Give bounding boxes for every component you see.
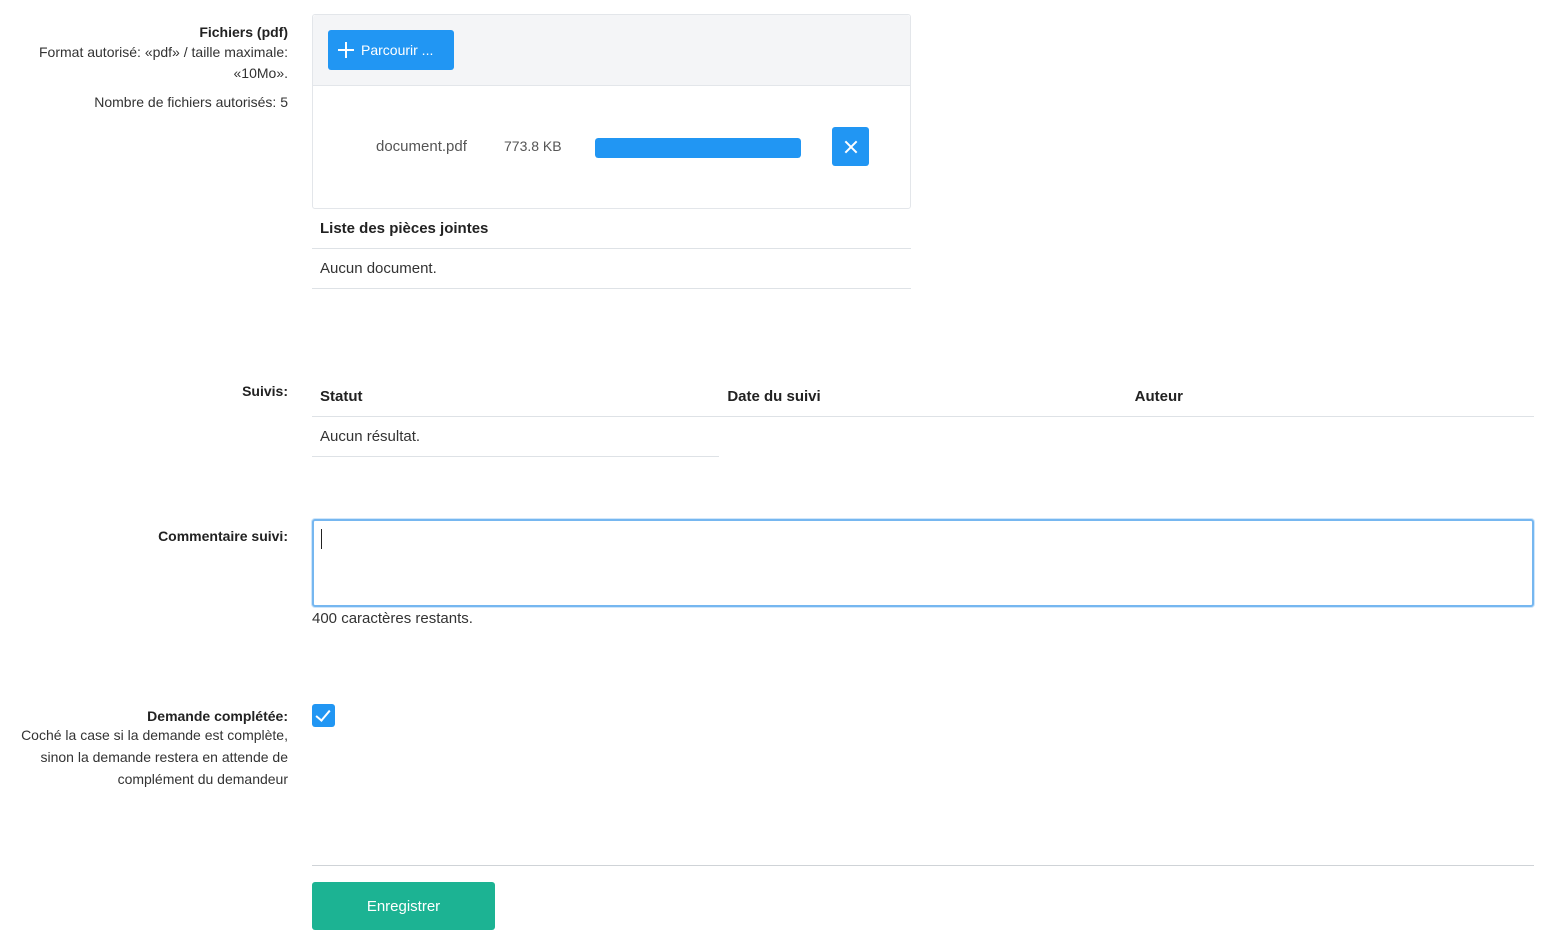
suivis-table: Statut Date du suivi Auteur Aucun résult… — [312, 378, 1534, 457]
completed-help-3: complément du demandeur — [117, 771, 288, 787]
attachments-empty: Aucun document. — [312, 249, 911, 289]
comment-field[interactable] — [312, 519, 1534, 607]
uploaded-file-row: document.pdf 773.8 KB — [313, 127, 910, 167]
save-button[interactable]: Enregistrer — [312, 882, 495, 930]
comment-label: Commentaire suivi: — [158, 528, 288, 544]
suivis-label: Suivis: — [242, 383, 288, 399]
check-icon — [315, 706, 331, 722]
files-format-help-2: «10Mo». — [233, 65, 288, 81]
close-icon — [844, 140, 858, 154]
attachments-table: Liste des pièces jointes Aucun document. — [312, 210, 911, 289]
completed-label: Demande complétée: — [147, 708, 288, 724]
column-header-auteur[interactable]: Auteur — [1127, 378, 1534, 416]
files-label: Fichiers (pdf) — [199, 24, 288, 40]
divider — [312, 865, 1534, 866]
file-size: 773.8 KB — [504, 138, 562, 154]
attachments-header: Liste des pièces jointes — [312, 210, 911, 249]
upload-panel: Parcourir ... document.pdf 773.8 KB — [312, 14, 911, 209]
plus-icon — [338, 42, 354, 58]
completed-help-2: sinon la demande restera en attende de — [40, 749, 288, 765]
upload-toolbar: Parcourir ... — [313, 15, 910, 86]
completed-label-group: Demande complétée: Coché la case si la d… — [0, 708, 288, 790]
completed-checkbox[interactable] — [312, 704, 335, 727]
column-header-date[interactable]: Date du suivi — [719, 378, 1126, 416]
upload-progress-bar — [595, 138, 801, 158]
column-header-statut[interactable]: Statut — [312, 378, 719, 416]
upload-progress-fill — [595, 138, 801, 158]
browse-button-label: Parcourir ... — [361, 42, 434, 58]
remaining-characters: 400 caractères restants. — [312, 610, 473, 627]
files-format-help-1: Format autorisé: «pdf» / taille maximale… — [39, 44, 288, 60]
suivis-empty: Aucun résultat. — [312, 417, 719, 457]
suivis-header-row: Statut Date du suivi Auteur — [312, 378, 1534, 417]
files-label-group: Fichiers (pdf) Format autorisé: «pdf» / … — [0, 22, 288, 113]
browse-button[interactable]: Parcourir ... — [328, 30, 454, 70]
file-name: document.pdf — [376, 138, 467, 155]
text-caret — [321, 529, 322, 549]
files-count-help: Nombre de fichiers autorisés: 5 — [94, 94, 288, 110]
completed-help-1: Coché la case si la demande est complète… — [21, 727, 288, 743]
remove-file-button[interactable] — [832, 127, 869, 166]
